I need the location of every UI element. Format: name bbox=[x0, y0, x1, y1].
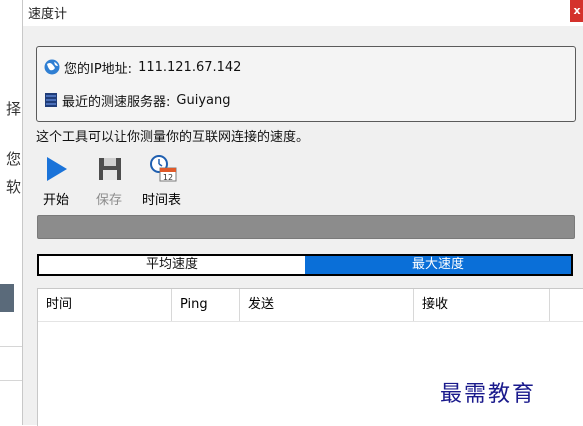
background-divider bbox=[0, 380, 22, 381]
watermark: 最需教育 bbox=[440, 382, 537, 407]
column-header-time[interactable]: 时间 bbox=[38, 289, 172, 321]
close-button[interactable]: x bbox=[570, 0, 583, 22]
calendar-number: 12 bbox=[163, 173, 173, 182]
start-button[interactable]: 开始 bbox=[35, 154, 75, 208]
server-row: 最近的测速服务器: Guiyang bbox=[44, 90, 230, 110]
globe-icon bbox=[44, 59, 60, 75]
column-header-ping[interactable]: Ping bbox=[172, 289, 240, 321]
background-bar bbox=[0, 284, 14, 312]
server-label: 最近的测速服务器: bbox=[62, 94, 171, 110]
title-bar[interactable]: 速度计 x bbox=[23, 0, 583, 26]
background-char: 软 bbox=[6, 178, 22, 196]
speedometer-window: 速度计 x 您的IP地址: 111.121.67.142 最近的测速服务器: G… bbox=[22, 0, 583, 426]
save-label: 保存 bbox=[96, 193, 123, 208]
schedule-button[interactable]: 12 时间表 bbox=[138, 154, 188, 208]
column-header-send[interactable]: 发送 bbox=[240, 289, 414, 321]
connection-info-box: 您的IP地址: 111.121.67.142 最近的测速服务器: Guiyang bbox=[36, 46, 576, 122]
server-value: Guiyang bbox=[176, 92, 231, 108]
window-title: 速度计 bbox=[28, 7, 68, 22]
play-icon bbox=[47, 157, 67, 181]
background-divider bbox=[0, 346, 22, 347]
ip-row: 您的IP地址: 111.121.67.142 bbox=[44, 57, 241, 77]
progress-bar bbox=[37, 215, 575, 239]
background-char: 您 bbox=[6, 150, 22, 168]
background-char: 择 bbox=[6, 100, 22, 118]
start-label: 开始 bbox=[43, 193, 70, 208]
average-speed-tab[interactable]: 平均速度 bbox=[39, 256, 305, 274]
ip-value: 111.121.67.142 bbox=[138, 59, 242, 75]
background-window: 择 您 软 bbox=[0, 0, 22, 425]
speed-mode-toggle: 平均速度 最大速度 bbox=[37, 254, 573, 276]
ip-label: 您的IP地址: bbox=[64, 61, 133, 77]
max-speed-tab[interactable]: 最大速度 bbox=[305, 256, 571, 274]
column-header-receive[interactable]: 接收 bbox=[414, 289, 550, 321]
server-icon bbox=[45, 93, 57, 107]
tool-description: 这个工具可以让你测量你的互联网连接的速度。 bbox=[36, 130, 310, 145]
save-button[interactable]: 保存 bbox=[90, 154, 130, 208]
schedule-label: 时间表 bbox=[142, 193, 182, 208]
table-header: 时间 Ping 发送 接收 bbox=[38, 289, 583, 322]
clock-calendar-icon: 12 bbox=[150, 155, 177, 182]
save-icon bbox=[99, 158, 121, 180]
